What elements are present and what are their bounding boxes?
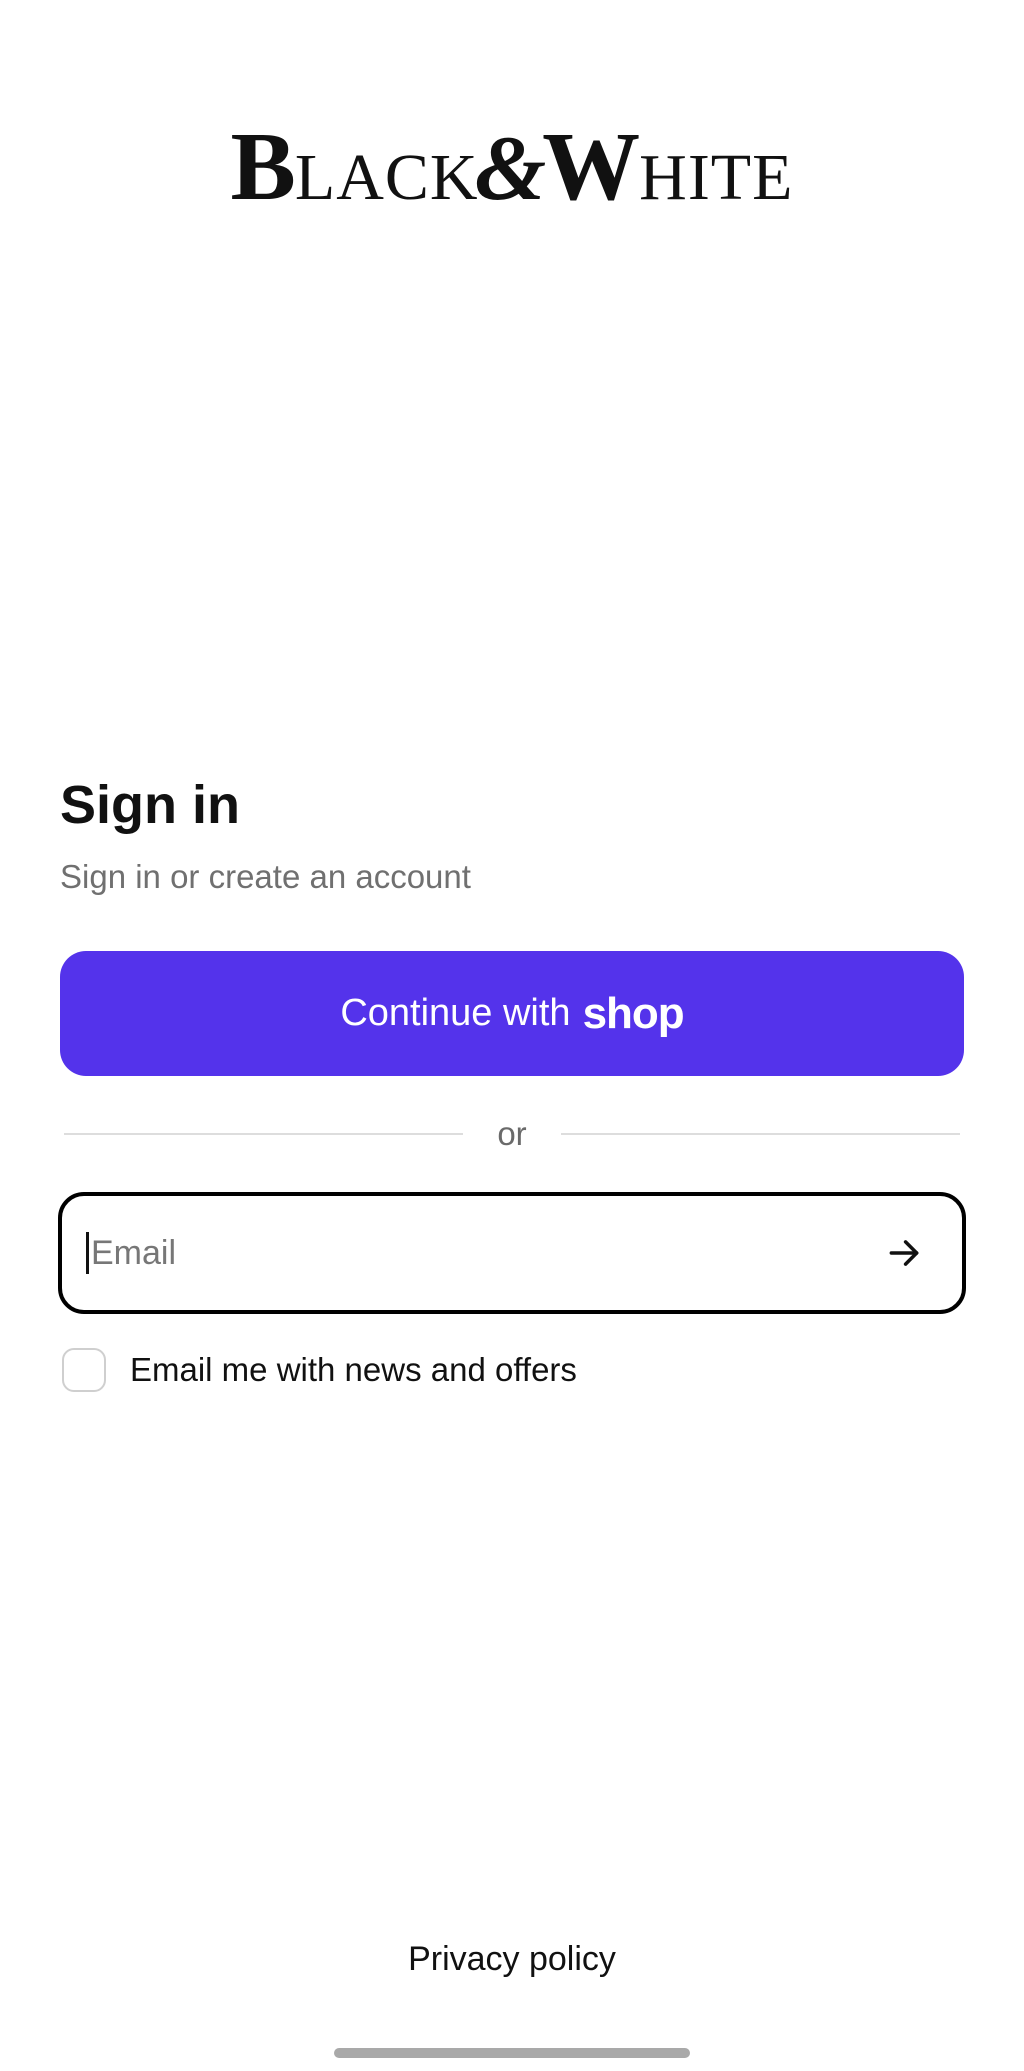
- newsletter-label: Email me with news and offers: [130, 1351, 577, 1388]
- continue-with-shop-button[interactable]: Continue with shop: [60, 951, 964, 1076]
- logo-ampersand: &: [474, 117, 547, 219]
- shop-logo-text: shop: [582, 988, 685, 1038]
- email-field-container[interactable]: [58, 1192, 966, 1314]
- divider-line-right: [560, 1133, 960, 1135]
- arrow-right-icon[interactable]: [884, 1233, 924, 1273]
- newsletter-checkbox[interactable]: [62, 1348, 106, 1392]
- page-title: Sign in: [60, 775, 240, 835]
- text-caret: [86, 1232, 89, 1274]
- logo-letter-b: B: [230, 113, 296, 221]
- divider-line-left: [64, 1133, 464, 1135]
- logo-text-lack: LACK: [294, 141, 479, 214]
- sign-in-page: BLACK&WHITE Sign in Sign in or create an…: [0, 0, 1024, 2071]
- shop-button-label: Continue with: [340, 992, 571, 1034]
- logo-text-hite: HITE: [639, 141, 794, 214]
- email-field[interactable]: [91, 1233, 884, 1273]
- privacy-policy-link[interactable]: Privacy policy: [0, 1940, 1024, 1979]
- brand-logo: BLACK&WHITE: [0, 118, 1024, 216]
- page-subtitle: Sign in or create an account: [60, 858, 471, 895]
- logo-letter-w: W: [542, 113, 640, 221]
- divider-text: or: [497, 1115, 527, 1152]
- home-indicator-bar[interactable]: [334, 2048, 690, 2058]
- or-divider: or: [64, 1112, 960, 1156]
- newsletter-option[interactable]: Email me with news and offers: [62, 1348, 577, 1392]
